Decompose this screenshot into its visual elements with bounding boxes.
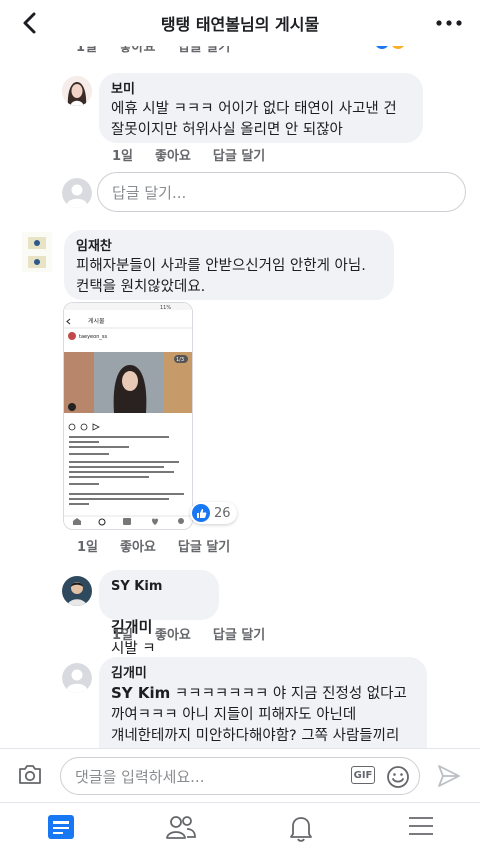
avatar[interactable] <box>22 232 52 272</box>
comment-time: 1일 <box>112 149 134 164</box>
avatar[interactable] <box>62 663 92 693</box>
comment-author[interactable]: 김개미 <box>111 665 415 683</box>
reaction-count-badge[interactable]: 26 <box>190 502 237 524</box>
like-link[interactable]: 좋아요 <box>155 624 191 643</box>
gif-button[interactable]: GIF <box>351 766 375 784</box>
reaction-count: 26 <box>214 505 231 521</box>
back-arrow-icon[interactable] <box>16 8 44 38</box>
comment-placeholder: 댓글을 입력하세요... <box>75 767 205 786</box>
default-avatar-icon <box>62 178 92 208</box>
tab-notifications-icon[interactable] <box>287 813 315 843</box>
page-indicator: 1/3 <box>176 357 184 363</box>
avatar[interactable] <box>62 76 92 106</box>
comment-bubble: 임재찬 피해자분들이 사과를 안받으신거임 안한게 아님. 컨택을 원치않았데요… <box>64 230 394 300</box>
current-user-avatar <box>62 178 92 208</box>
embedded-title: 게시물 <box>88 317 105 325</box>
comment-feed: 1일 좋아요 답글 달기 보미 에휴 시발 ㅋㅋㅋ 어이가 없다 태연이 사고낸… <box>0 0 480 853</box>
emoji-icon[interactable] <box>386 765 410 789</box>
tab-news-feed-icon[interactable] <box>46 813 76 841</box>
tab-menu-icon[interactable] <box>407 813 435 839</box>
comment-actions: 1일 좋아요 답글 달기 <box>112 624 265 643</box>
comment-bubble: SY Kim 김개미 시발 ㅋ <box>99 570 219 657</box>
instagram-screenshot-image: 11% 게시물 taeyeon_ss 1/3 <box>64 303 192 529</box>
avatar-photo-icon <box>62 576 92 606</box>
avatar-photo-icon <box>62 76 92 106</box>
status-bar: 11% <box>160 305 171 311</box>
camera-icon[interactable] <box>17 763 43 787</box>
default-avatar-icon <box>62 663 92 693</box>
mention-link[interactable]: SY Kim <box>111 684 170 702</box>
like-link[interactable]: 좋아요 <box>120 536 156 555</box>
reply-link[interactable]: 답글 달기 <box>178 536 230 555</box>
comment-text: 피해자분들이 사과를 안받으신거임 안한게 아님. 컨택을 원치않았데요. <box>76 258 366 295</box>
send-icon[interactable] <box>436 763 462 789</box>
reply-link[interactable]: 답글 달기 <box>213 145 265 164</box>
reply-placeholder: 답글 달기... <box>112 183 187 202</box>
more-options-icon[interactable] <box>434 14 464 32</box>
like-reaction-icon <box>192 504 210 522</box>
comment-time: 1일 <box>77 540 99 555</box>
reply-input[interactable]: 답글 달기... <box>97 172 466 212</box>
comment-actions: 1일 좋아요 답글 달기 <box>77 536 230 555</box>
comment-time: 1일 <box>112 628 134 643</box>
avatar[interactable] <box>62 576 92 606</box>
reply-link[interactable]: 답글 달기 <box>213 624 265 643</box>
top-bar: 탱탱 태연볼님의 게시물 <box>0 0 480 46</box>
avatar-photo-icon <box>22 232 52 272</box>
comment-author[interactable]: SY Kim <box>111 578 207 596</box>
page-title: 탱탱 태연볼님의 게시물 <box>160 15 320 34</box>
comment-text: 시발 ㅋ <box>111 641 156 657</box>
comment-actions: 1일 좋아요 답글 달기 <box>112 145 265 164</box>
embedded-user: taeyeon_ss <box>79 334 107 340</box>
comment-author[interactable]: 보미 <box>111 81 411 99</box>
comment-text: 에휴 시발 ㅋㅋㅋ 어이가 없다 태연이 사고낸 건 잘못이지만 허위사실 올리… <box>111 101 397 138</box>
comment-bubble: 보미 에휴 시발 ㅋㅋㅋ 어이가 없다 태연이 사고낸 건 잘못이지만 허위사실… <box>99 73 423 143</box>
like-link[interactable]: 좋아요 <box>155 145 191 164</box>
tab-friends-icon[interactable] <box>165 813 197 841</box>
bottom-tab-bar <box>0 802 480 853</box>
post-comments-screen: 1일 좋아요 답글 달기 보미 에휴 시발 ㅋㅋㅋ 어이가 없다 태연이 사고낸… <box>0 0 480 853</box>
comment-image[interactable]: 11% 게시물 taeyeon_ss 1/3 <box>63 302 193 530</box>
comment-author[interactable]: 임재찬 <box>76 238 382 256</box>
comment-composer: 댓글을 입력하세요... GIF <box>0 748 480 802</box>
